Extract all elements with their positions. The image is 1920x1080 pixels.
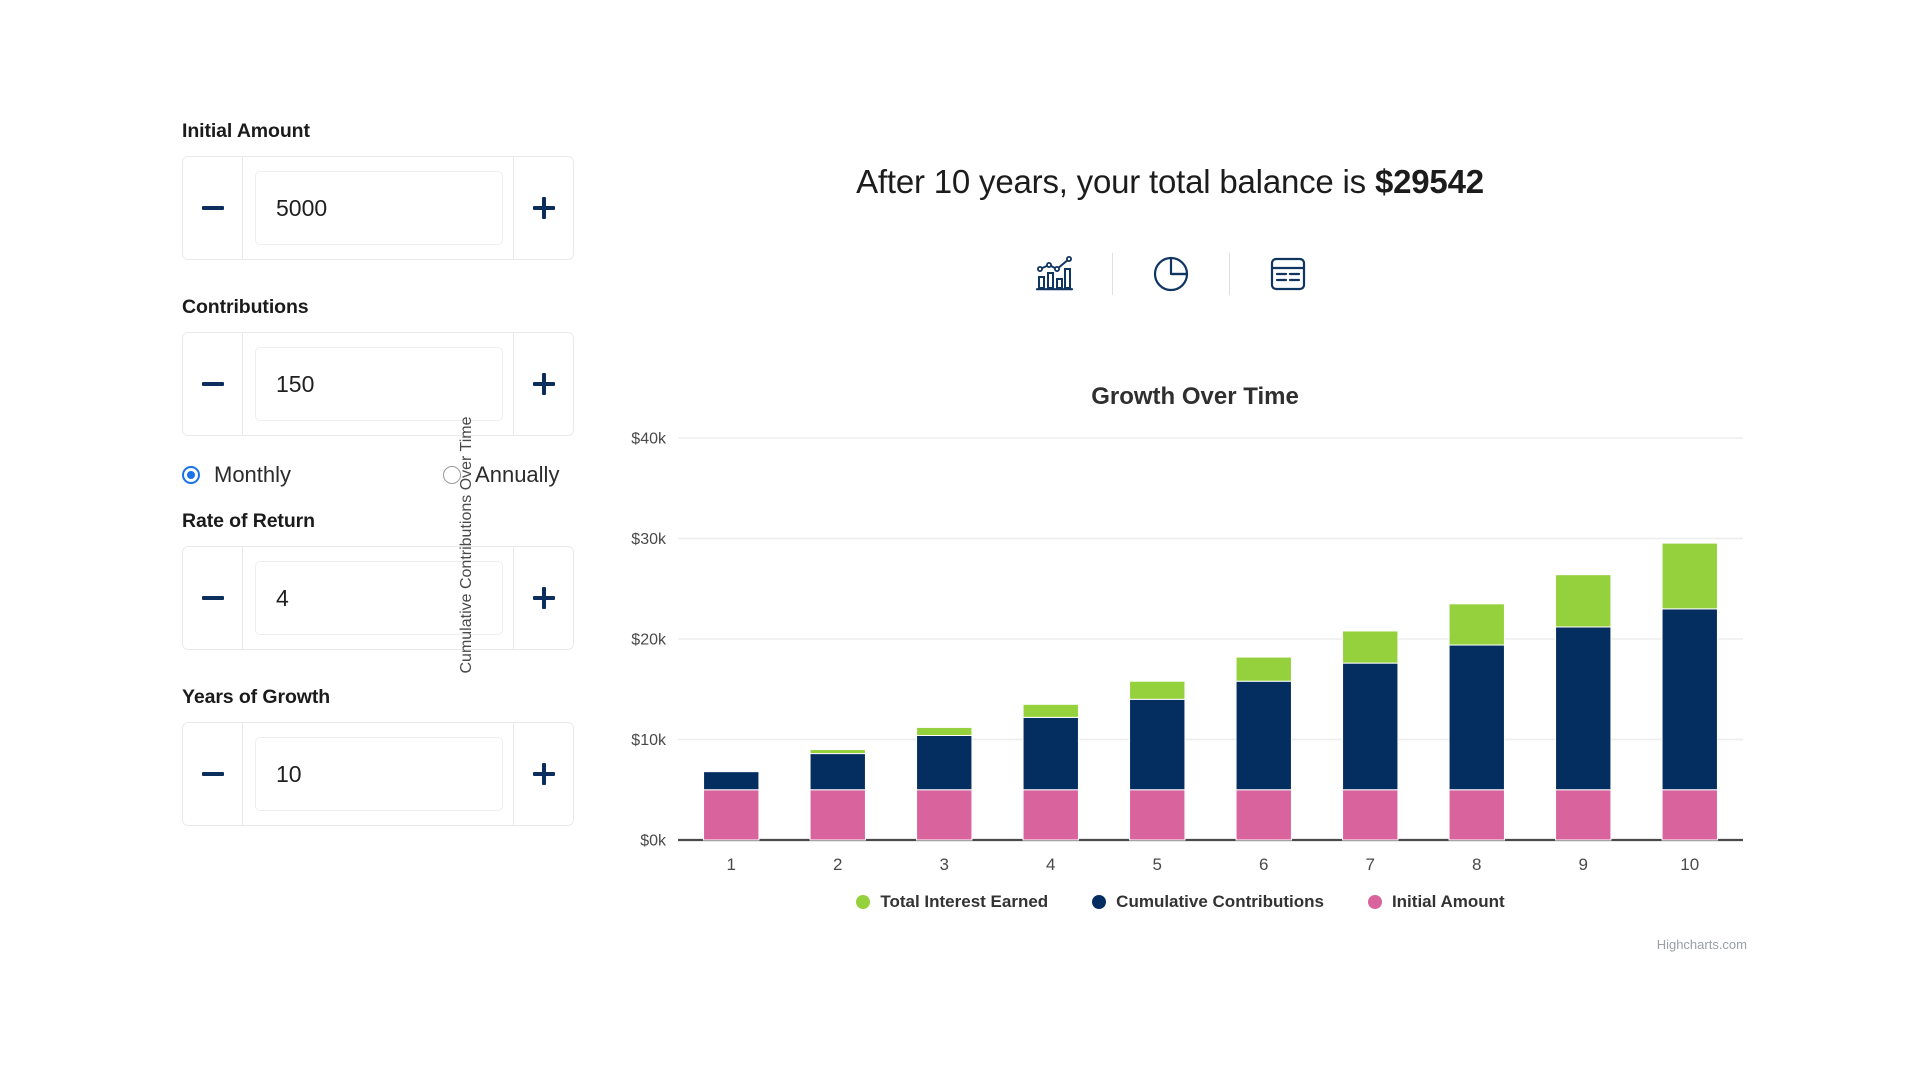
minus-icon [201,206,224,210]
chart-canvas: $0k $10k $20k $30k $40k 1 2 3 4 5 6 7 8 9 10 [631,431,1743,874]
legend-label-contributions: Cumulative Contributions [1116,892,1324,911]
legend-label-initial: Initial Amount [1391,892,1505,911]
stepper-years-of-growth [182,722,574,826]
decrement-years-of-growth-button[interactable] [183,723,243,825]
chart-title: Growth Over Time [1091,383,1299,410]
toggle-divider-2 [1229,253,1230,295]
radio-monthly[interactable]: Monthly [182,462,291,488]
result-headline-prefix: After 10 years, your total balance is [856,163,1375,200]
radio-annually-label: Annually [475,462,560,487]
chart-y-axis-label: Cumulative Contributions Over Time [458,416,475,674]
svg-text:5: 5 [1153,855,1162,874]
legend-item-initial-amount[interactable]: Initial Amount [1367,892,1505,912]
highcharts-credit: Highcharts.com [1656,937,1747,952]
result-total-balance: $29542 [1374,163,1484,200]
growth-chart: Cumulative Contributions Over Time $0k $1… [458,417,1753,960]
svg-text:2: 2 [833,855,842,874]
field-group-initial-amount: Initial Amount [182,120,574,260]
field-group-contributions: Contributions [182,296,574,436]
pie-chart-icon [1153,256,1189,292]
svg-text:$10k: $10k [631,732,667,749]
stepper-initial-amount [182,156,574,260]
svg-text:$0k: $0k [640,833,667,850]
label-years-of-growth: Years of Growth [182,686,331,708]
initial-amount-input[interactable] [255,171,503,245]
result-headline: After 10 years, your total balance is $2… [820,163,1520,201]
increment-years-of-growth-button[interactable] [513,723,573,825]
toggle-divider-1 [1112,253,1113,295]
radio-monthly-label: Monthly [214,462,292,487]
svg-text:8: 8 [1472,855,1481,874]
svg-text:$40k: $40k [631,431,667,448]
increment-initial-amount-button[interactable] [513,157,573,259]
calculator-page: Initial Amount Contributions [0,0,1920,1080]
minus-icon [201,772,224,776]
svg-text:6: 6 [1259,855,1268,874]
svg-text:7: 7 [1366,855,1375,874]
input-wrap-initial-amount [243,157,513,259]
svg-text:3: 3 [940,855,949,874]
increment-rate-of-return-button[interactable] [513,547,573,649]
bar-line-chart-icon [1035,256,1073,291]
plus-icon [532,763,555,785]
legend-swatch-interest [856,895,871,909]
view-toggle-group [1022,248,1320,300]
svg-text:$30k: $30k [631,531,667,548]
minus-icon [201,382,224,386]
svg-text:9: 9 [1579,855,1588,874]
legend-item-cumulative-contributions[interactable]: Cumulative Contributions [1092,892,1324,912]
label-rate-of-return: Rate of Return [182,510,315,532]
radio-monthly-mark [182,466,200,484]
plus-icon [532,587,555,609]
input-form-panel: Initial Amount Contributions [182,120,574,836]
years-of-growth-input[interactable] [255,737,503,811]
stepper-contributions [182,332,574,436]
decrement-contributions-button[interactable] [183,333,243,435]
table-view-toggle[interactable] [1256,248,1320,300]
table-icon [1270,257,1306,291]
plus-icon [532,373,555,395]
decrement-rate-of-return-button[interactable] [183,547,243,649]
field-group-years-of-growth: Years of Growth [182,686,574,826]
legend-label-interest: Total Interest Earned [880,892,1049,911]
legend-item-total-interest-earned[interactable]: Total Interest Earned [856,892,1048,912]
plus-icon [532,197,555,219]
legend-swatch-contributions [1092,895,1107,909]
label-contributions: Contributions [182,296,309,318]
frequency-radio-group: Monthly Annually [182,462,574,488]
chart-view-toggle[interactable] [1022,248,1086,300]
label-initial-amount: Initial Amount [182,120,310,142]
chart-legend: Total Interest Earned Cumulative Contrib… [608,892,1753,912]
legend-swatch-initial [1367,895,1382,909]
svg-text:$20k: $20k [631,632,667,649]
stepper-rate-of-return [182,546,574,650]
pie-view-toggle[interactable] [1139,248,1203,300]
decrement-initial-amount-button[interactable] [183,157,243,259]
increment-contributions-button[interactable] [513,333,573,435]
minus-icon [201,596,224,600]
svg-text:10: 10 [1680,855,1699,874]
field-group-rate-of-return: Rate of Return [182,510,574,650]
svg-text:1: 1 [727,855,736,874]
input-wrap-years-of-growth [243,723,513,825]
svg-text:4: 4 [1046,855,1055,874]
